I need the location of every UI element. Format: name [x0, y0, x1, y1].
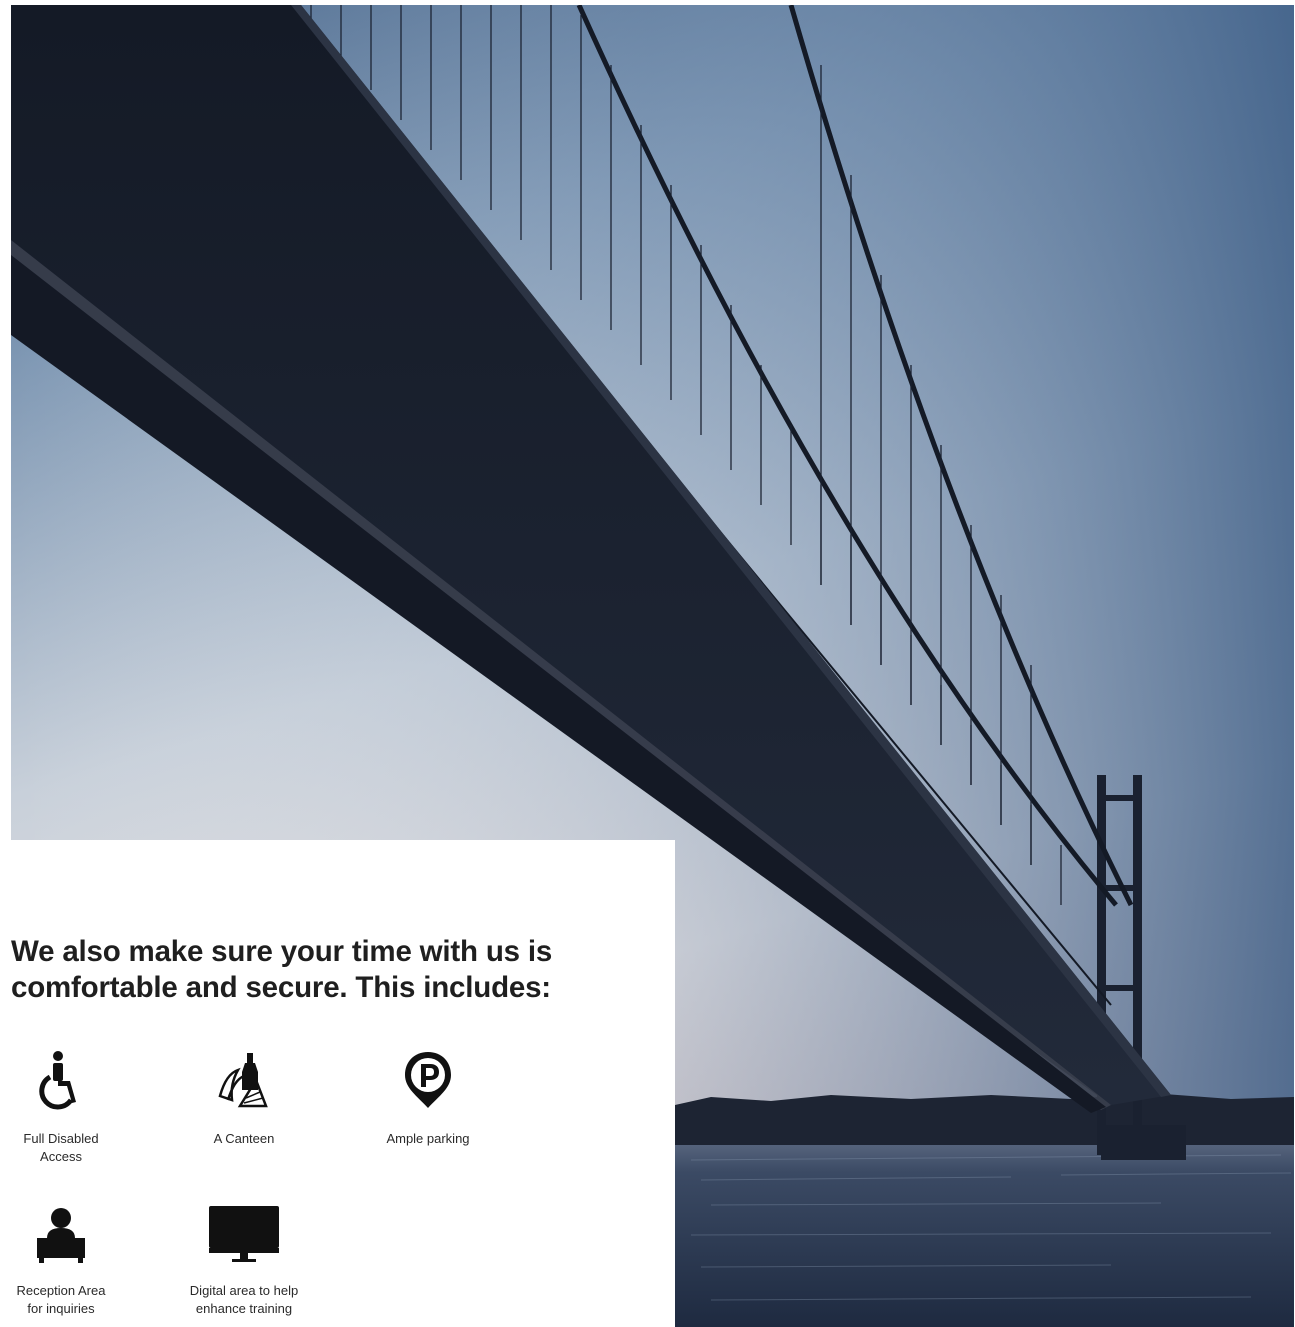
feature-label: Ample parking [386, 1131, 470, 1146]
feature-label: A Canteen [213, 1131, 275, 1146]
feature-canteen: A Canteen [154, 1050, 334, 1148]
feature-label: Full Disabled Access [23, 1131, 99, 1164]
feature-reception: Reception Area for inquiries [0, 1204, 151, 1318]
monitor-icon [208, 1204, 280, 1264]
feature-digital-area: Digital area to help enhance training [154, 1204, 334, 1318]
amenities-headline: We also make sure your time with us is c… [11, 935, 553, 1004]
feature-parking: Ample parking [338, 1050, 518, 1148]
feature-label: Reception Area for inquiries [16, 1283, 106, 1316]
parking-pin-icon [403, 1050, 453, 1110]
feature-disabled-access: Full Disabled Access [0, 1050, 151, 1166]
reception-desk-icon [35, 1204, 87, 1264]
feature-label: Digital area to help enhance training [189, 1283, 299, 1316]
canteen-icon [216, 1050, 272, 1110]
wheelchair-icon [38, 1050, 84, 1110]
